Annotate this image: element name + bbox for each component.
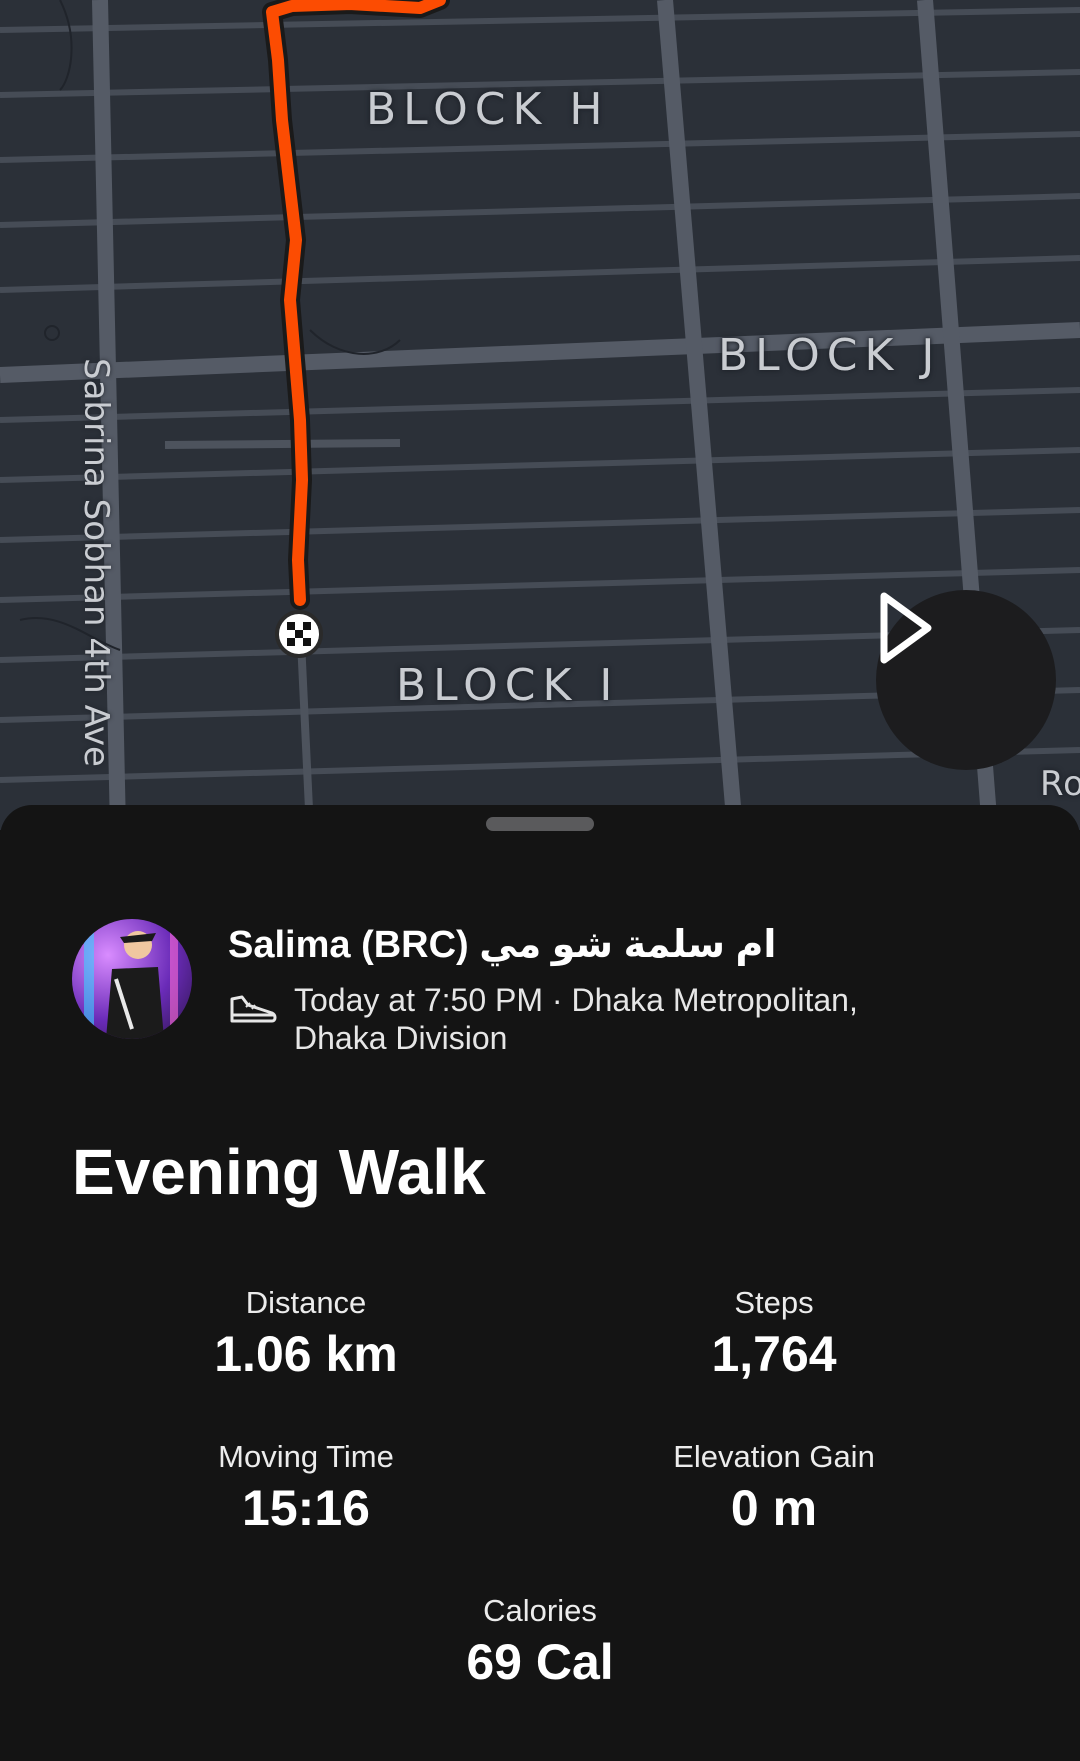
athlete-name[interactable]: Salima (BRC) ام سلمة شو مي bbox=[228, 922, 776, 967]
checkered-flag-icon bbox=[275, 610, 323, 658]
stat-calories: Calories 69 Cal bbox=[340, 1591, 740, 1693]
stat-steps: Steps 1,764 bbox=[574, 1283, 974, 1385]
activity-meta: Today at 7:50 PM · Dhaka Metropolitan, D… bbox=[294, 982, 858, 1056]
block-j-label: BLOCK J bbox=[718, 330, 942, 381]
stat-elevation-gain: Elevation Gain 0 m bbox=[574, 1437, 974, 1539]
stat-label: Distance bbox=[245, 1285, 367, 1320]
sheet-drag-handle[interactable] bbox=[486, 817, 594, 831]
block-h-label: BLOCK H bbox=[366, 84, 610, 135]
stat-label: Elevation Gain bbox=[673, 1439, 875, 1474]
stat-moving-time: Moving Time 15:16 bbox=[106, 1437, 506, 1539]
route-map[interactable]: BLOCK H BLOCK J BLOCK I Sabrina Sobhan 4… bbox=[0, 0, 1080, 830]
stat-value: 69 Cal bbox=[466, 1634, 614, 1690]
play-icon bbox=[880, 592, 932, 664]
stat-value: 15:16 bbox=[242, 1480, 370, 1536]
avatar[interactable] bbox=[72, 919, 192, 1039]
avatar-image bbox=[84, 927, 178, 1039]
stat-value: 1,764 bbox=[711, 1326, 837, 1382]
edge-street-label: Ro bbox=[1040, 764, 1080, 804]
stat-label: Steps bbox=[734, 1285, 814, 1320]
stat-value: 1.06 km bbox=[214, 1326, 398, 1382]
block-i-label: BLOCK I bbox=[396, 660, 620, 711]
play-button[interactable] bbox=[876, 590, 1056, 770]
stat-value: 0 m bbox=[730, 1480, 818, 1536]
activity-title: Evening Walk bbox=[72, 1136, 486, 1208]
stat-label: Calories bbox=[483, 1593, 597, 1628]
stat-distance: Distance 1.06 km bbox=[106, 1283, 506, 1385]
stat-label: Moving Time bbox=[218, 1439, 394, 1474]
walking-shoe-icon bbox=[230, 995, 277, 1023]
street-label: Sabrina Sobhan 4th Ave bbox=[76, 358, 116, 767]
activity-sheet[interactable]: Salima (BRC) ام سلمة شو مي Today at 7:50… bbox=[0, 805, 1080, 1761]
